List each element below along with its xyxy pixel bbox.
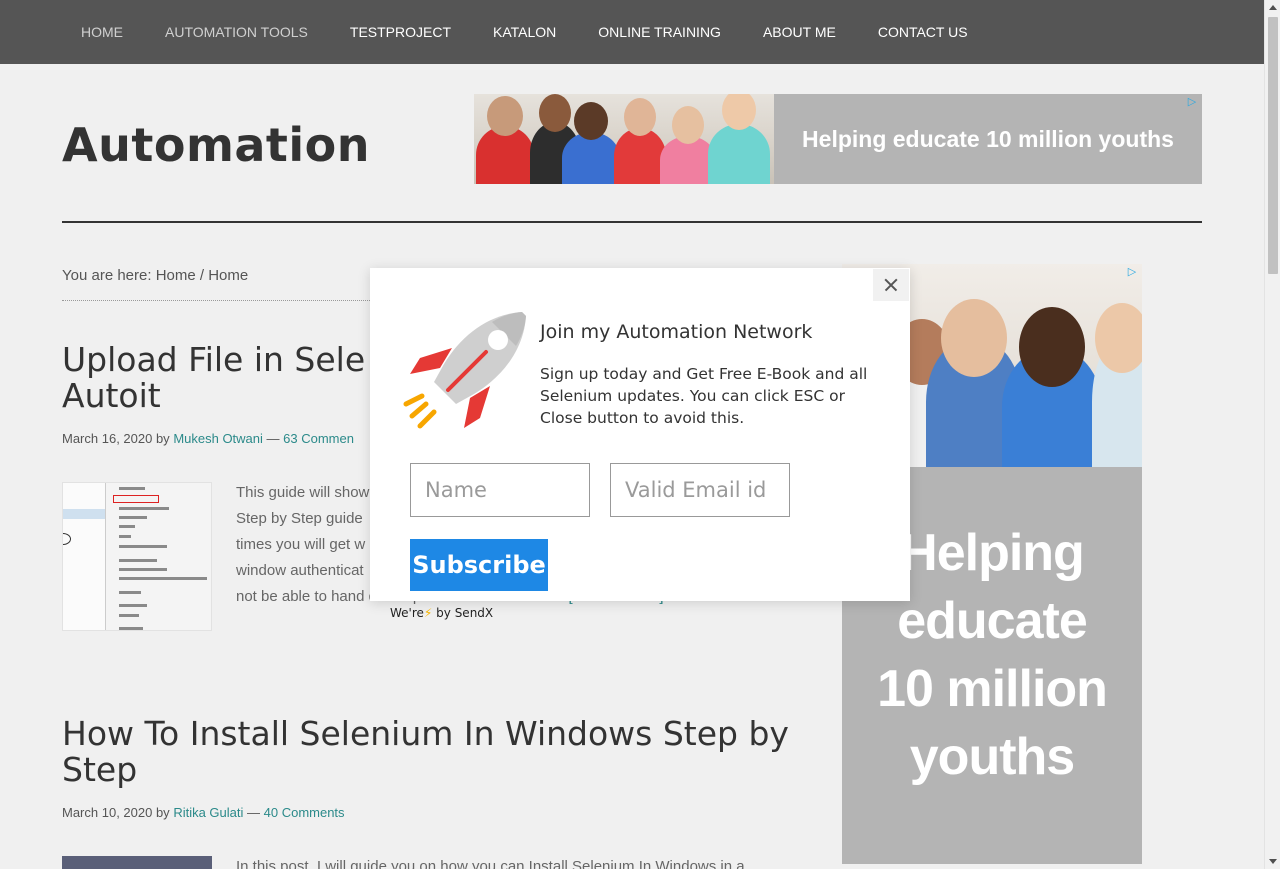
post-date: March 16, 2020	[62, 431, 153, 446]
top-navigation: HOME AUTOMATION TOOLS TESTPROJECT KATALO…	[0, 0, 1264, 64]
nav-item-testproject[interactable]: TESTPROJECT	[329, 0, 472, 64]
post-thumbnail[interactable]	[62, 856, 212, 869]
post-title-line[interactable]: Upload File in Sele	[62, 340, 365, 379]
thumb-context-menu	[105, 483, 211, 630]
thumb-menu-line	[119, 525, 135, 528]
ad-photo-kid	[1002, 307, 1102, 467]
sidebar-ad-line: 10 million	[877, 660, 1108, 718]
nav-item-automation-tools[interactable]: AUTOMATION TOOLS	[144, 0, 329, 64]
powered-suffix[interactable]: by SendX	[432, 606, 493, 620]
thumb-menu-line	[119, 545, 167, 548]
ad-photo-children	[474, 94, 774, 184]
post-title-line[interactable]: Autoit	[62, 376, 161, 415]
subscribe-modal: Join my Automation Network Sign up today…	[370, 268, 910, 601]
ad-photo-kid	[708, 94, 770, 184]
post-by: by	[152, 805, 174, 820]
header-ad-banner[interactable]: Helping educate 10 million youths ▷	[474, 94, 1202, 184]
ad-photo-kid	[1092, 303, 1142, 467]
site-title[interactable]: Automation	[62, 118, 370, 172]
ad-photo-kid	[562, 102, 620, 184]
adchoices-icon[interactable]: ▷	[1186, 96, 1198, 108]
nav-item-about-me[interactable]: ABOUT ME	[742, 0, 857, 64]
header-divider	[62, 221, 1202, 223]
thumb-menu-line	[119, 604, 147, 607]
thumb-menu-line	[119, 577, 207, 580]
modal-description: Sign up today and Get Free E-Book and al…	[540, 365, 868, 427]
subscribe-button[interactable]: Subscribe	[410, 539, 548, 591]
nav-item-contact-us[interactable]: CONTACT US	[857, 0, 989, 64]
post-dash: —	[243, 805, 264, 820]
scrollbar-thumb[interactable]	[1268, 17, 1278, 274]
post-author-link[interactable]: Mukesh Otwani	[173, 431, 263, 446]
rocket-icon	[403, 312, 526, 429]
page-scrollbar[interactable]	[1264, 0, 1280, 869]
excerpt-line: In this post, I will guide you on how yo…	[236, 858, 745, 869]
post-by: by	[152, 431, 174, 446]
nav-item-katalon[interactable]: KATALON	[472, 0, 577, 64]
post-author-link[interactable]: Ritika Gulati	[173, 805, 243, 820]
powered-by-sendx[interactable]: We're⚡ by SendX	[390, 606, 493, 620]
thumb-highlight-box	[113, 495, 159, 503]
adchoices-icon[interactable]: ▷	[1126, 266, 1138, 278]
breadcrumb: You are here: Home / Home	[62, 267, 248, 284]
powered-prefix: We're	[390, 606, 424, 620]
post-title-line[interactable]: Step	[62, 750, 137, 789]
thumb-oval	[63, 533, 71, 545]
post-excerpt: In this post, I will guide you on how yo…	[236, 854, 816, 869]
ad-photo-kid	[614, 98, 666, 184]
modal-heading: Join my Automation Network	[540, 321, 813, 343]
post-date: March 10, 2020	[62, 805, 153, 820]
thumb-toolbar	[63, 509, 105, 519]
post-meta: March 10, 2020 by Ritika Gulati — 40 Com…	[62, 805, 345, 820]
nav-item-online-training[interactable]: ONLINE TRAINING	[577, 0, 742, 64]
thumb-menu-line	[119, 591, 141, 594]
post-thumbnail[interactable]	[62, 482, 212, 631]
thumb-menu-line	[119, 568, 167, 571]
sidebar-ad-line: youths	[909, 728, 1075, 786]
post-title-link[interactable]: How To Install Selenium In Windows Step …	[62, 716, 789, 788]
close-icon[interactable]	[873, 269, 909, 301]
breadcrumb-home-link[interactable]: Home	[156, 267, 196, 284]
thumb-menu-line	[119, 614, 139, 617]
post-dash: —	[262, 431, 284, 446]
excerpt-line: not be able to hand	[236, 588, 365, 605]
email-input[interactable]	[610, 463, 790, 517]
post-comments-link[interactable]: 40 Comments	[264, 805, 345, 820]
name-input[interactable]	[410, 463, 590, 517]
thumb-menu-line	[119, 507, 169, 510]
nav-list: HOME AUTOMATION TOOLS TESTPROJECT KATALO…	[0, 0, 1264, 64]
post-meta: March 16, 2020 by Mukesh Otwani — 63 Com…	[62, 431, 354, 446]
scroll-down-icon[interactable]	[1269, 859, 1277, 864]
thumb-menu-line	[119, 535, 131, 538]
breadcrumb-current: Home	[208, 267, 249, 284]
thumb-menu-line	[119, 559, 157, 562]
scroll-up-icon[interactable]	[1269, 5, 1277, 10]
thumb-menu-line	[119, 516, 147, 519]
thumb-menu-line	[119, 487, 145, 490]
post-comments-link[interactable]: 63 Commen	[283, 431, 354, 446]
breadcrumb-prefix: You are here:	[62, 267, 156, 284]
nav-item-home[interactable]: HOME	[60, 0, 144, 64]
banner-ad-text[interactable]: Helping educate 10 million youths	[774, 94, 1202, 184]
ad-photo-kid	[476, 96, 534, 184]
post-title-line[interactable]: How To Install Selenium In Windows Step …	[62, 714, 789, 753]
thumb-menu-line	[119, 627, 143, 630]
breadcrumb-separator: /	[195, 267, 209, 284]
post-title-link[interactable]: Upload File in Sele Autoit	[62, 342, 365, 414]
